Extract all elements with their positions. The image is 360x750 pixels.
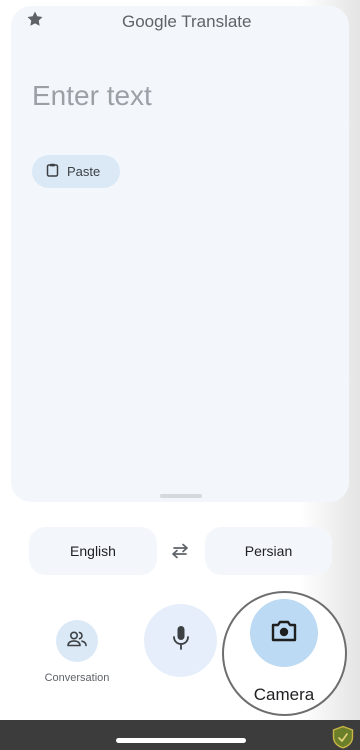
camera-label: Camera xyxy=(253,685,315,704)
target-language-button[interactable]: Persian xyxy=(205,527,332,575)
camera-icon xyxy=(270,619,298,648)
clipboard-icon xyxy=(46,163,59,180)
conversation-button[interactable] xyxy=(56,620,98,662)
star-icon[interactable] xyxy=(24,8,46,30)
drag-handle[interactable] xyxy=(160,494,202,498)
app-title: Google Translate xyxy=(122,12,251,32)
source-language-button[interactable]: English xyxy=(29,527,157,575)
brand-name: Google xyxy=(122,12,177,31)
swap-arrows-icon[interactable] xyxy=(168,539,192,563)
paste-button[interactable]: Paste xyxy=(32,155,120,188)
microphone-button[interactable] xyxy=(144,604,217,677)
shield-logo-icon xyxy=(332,725,354,749)
microphone-icon xyxy=(172,625,190,656)
paste-label: Paste xyxy=(67,164,101,179)
camera-button[interactable] xyxy=(250,599,318,667)
home-indicator[interactable] xyxy=(116,738,246,743)
source-text-input[interactable] xyxy=(32,78,322,114)
conversation-label: Conversation xyxy=(44,672,110,684)
app-header: Google Translate xyxy=(0,0,360,44)
product-name: Translate xyxy=(181,12,252,31)
system-navigation-bar xyxy=(0,720,360,750)
people-icon xyxy=(67,630,87,652)
